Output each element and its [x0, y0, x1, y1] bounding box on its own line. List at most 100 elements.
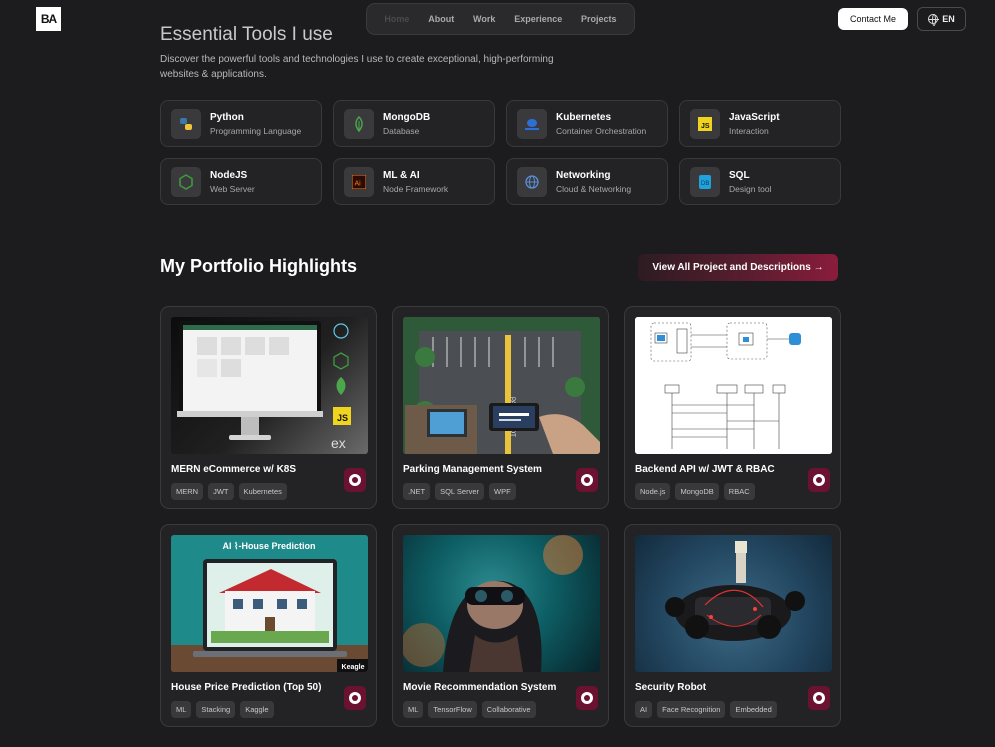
parking-lot-illustration: PARKING LOT [403, 317, 600, 454]
nodejs-icon [171, 166, 201, 197]
github-button[interactable] [808, 468, 830, 492]
github-button[interactable] [344, 686, 366, 710]
tag: Node.js [635, 483, 671, 500]
tool-name: NodeJS [210, 169, 248, 181]
tool-name: Python [210, 111, 244, 123]
tool-card-kubernetes[interactable]: Kubernetes Container Orchestration [506, 100, 668, 147]
contact-me-button[interactable]: Contact Me [838, 8, 908, 30]
github-icon [349, 474, 361, 486]
tool-name: Networking [556, 169, 611, 181]
portfolio-heading: My Portfolio Highlights [160, 256, 357, 276]
project-thumbnail: JS ex [171, 317, 368, 454]
project-card[interactable]: Backend API w/ JWT & RBAC Node.js MongoD… [624, 306, 841, 509]
thumbnail-headline: AI ⌇-House Prediction [223, 541, 316, 551]
tool-card-ml-ai[interactable]: Ai ML & AI Node Framework [333, 158, 495, 205]
tool-card-networking[interactable]: Networking Cloud & Networking [506, 158, 668, 205]
github-button[interactable] [576, 468, 598, 492]
ai-icon: Ai [344, 166, 374, 197]
kaggle-badge-text: Keagle [342, 664, 365, 671]
github-icon [813, 692, 825, 704]
nav-about[interactable]: About [428, 14, 454, 24]
tag-list: Node.js MongoDB RBAC [635, 483, 830, 500]
tag: Stacking [196, 701, 236, 718]
tool-subtitle: Interaction [729, 125, 769, 136]
tag: ML [403, 701, 424, 718]
tool-card-nodejs[interactable]: NodeJS Web Server [160, 158, 322, 205]
svg-text:Ai: Ai [355, 180, 362, 187]
nav-home[interactable]: Home [384, 14, 409, 24]
mongodb-icon [344, 108, 374, 139]
tool-subtitle: Web Server [210, 183, 255, 194]
nav-projects[interactable]: Projects [581, 14, 617, 24]
tool-card-python[interactable]: Python Programming Language [160, 100, 322, 147]
kubernetes-icon [517, 108, 547, 139]
nav-work[interactable]: Work [473, 14, 495, 24]
project-card[interactable]: Security Robot AI Face Recognition Embed… [624, 524, 841, 727]
github-button[interactable] [808, 686, 830, 710]
tool-name: SQL [729, 169, 750, 181]
tag-list: MERN JWT Kubernetes [171, 483, 366, 500]
tools-grid: Python Programming Language MongoDB Databa… [160, 100, 842, 205]
language-button[interactable]: EN [917, 7, 966, 31]
project-title: MERN eCommerce w/ K8S [171, 464, 297, 475]
tag: AI [635, 701, 653, 718]
github-button[interactable] [576, 686, 598, 710]
project-card[interactable]: AI ⌇-House Prediction Keagle House Price… [160, 524, 377, 727]
site-logo[interactable]: BA [36, 7, 61, 31]
tools-description: Discover the powerful tools and technolo… [160, 54, 554, 80]
tag: Face Recognition [657, 701, 726, 718]
project-thumbnail [635, 535, 832, 672]
project-thumbnail [635, 317, 832, 454]
vr-headset-person-illustration [403, 535, 583, 672]
project-card[interactable]: PARKING LOT Parking Management System .N… [392, 306, 609, 509]
tag: Kaggle [240, 701, 274, 718]
security-robot-illustration [665, 541, 805, 641]
tool-card-sql[interactable]: DB SQL Design tool [679, 158, 841, 205]
svg-text:ex: ex [331, 435, 346, 451]
svg-text:JS: JS [337, 413, 348, 423]
tools-heading: Essential Tools I use [160, 24, 333, 45]
github-icon [581, 474, 593, 486]
tool-name: JavaScript [729, 111, 780, 123]
house-prediction-illustration: AI ⌇-House Prediction Keagle [171, 535, 368, 672]
project-thumbnail: AI ⌇-House Prediction Keagle [171, 535, 368, 672]
project-title: House Price Prediction (Top 50) [171, 682, 322, 693]
nav-experience[interactable]: Experience [514, 14, 562, 24]
tag: MERN [171, 483, 204, 500]
project-title: Security Robot [635, 682, 707, 693]
tag: JWT [208, 483, 234, 500]
tool-name: ML & AI [383, 169, 420, 181]
project-card[interactable]: JS ex MERN eCommerce w/ K8S MERN JWT Kub… [160, 306, 377, 509]
tag: MongoDB [675, 483, 719, 500]
tag-list: ML Stacking Kaggle [171, 701, 366, 718]
tag: TensorFlow [428, 701, 477, 718]
tool-card-mongodb[interactable]: MongoDB Database [333, 100, 495, 147]
github-icon [813, 474, 825, 486]
svg-text:JS: JS [701, 123, 710, 130]
svg-text:DB: DB [701, 181, 709, 187]
tag-list: AI Face Recognition Embedded [635, 701, 830, 718]
ecommerce-monitor-illustration: JS ex [177, 321, 351, 451]
language-label: EN [942, 14, 955, 24]
tag: Collaborative [481, 701, 536, 718]
javascript-icon: JS [690, 108, 720, 139]
network-icon [517, 166, 547, 197]
project-title: Backend API w/ JWT & RBAC [635, 464, 775, 475]
tool-card-javascript[interactable]: JS JavaScript Interaction [679, 100, 841, 147]
tag-list: .NET SQL Server WPF [403, 483, 598, 500]
project-card[interactable]: Movie Recommendation System ML TensorFlo… [392, 524, 609, 727]
project-thumbnail [403, 535, 600, 672]
tool-subtitle: Node Framework [383, 183, 449, 194]
project-title: Movie Recommendation System [403, 682, 557, 693]
tool-subtitle: Cloud & Networking [556, 183, 632, 194]
tag: WPF [489, 483, 516, 500]
view-all-projects-button[interactable]: View All Project and Descriptions → [638, 254, 838, 281]
tag: SQL Server [435, 483, 484, 500]
tag-list: ML TensorFlow Collaborative [403, 701, 598, 718]
tool-name: MongoDB [383, 111, 431, 123]
architecture-diagram-illustration [635, 317, 832, 454]
tool-subtitle: Database [383, 125, 420, 136]
tool-subtitle: Container Orchestration [556, 125, 647, 136]
github-button[interactable] [344, 468, 366, 492]
tag: .NET [403, 483, 431, 500]
